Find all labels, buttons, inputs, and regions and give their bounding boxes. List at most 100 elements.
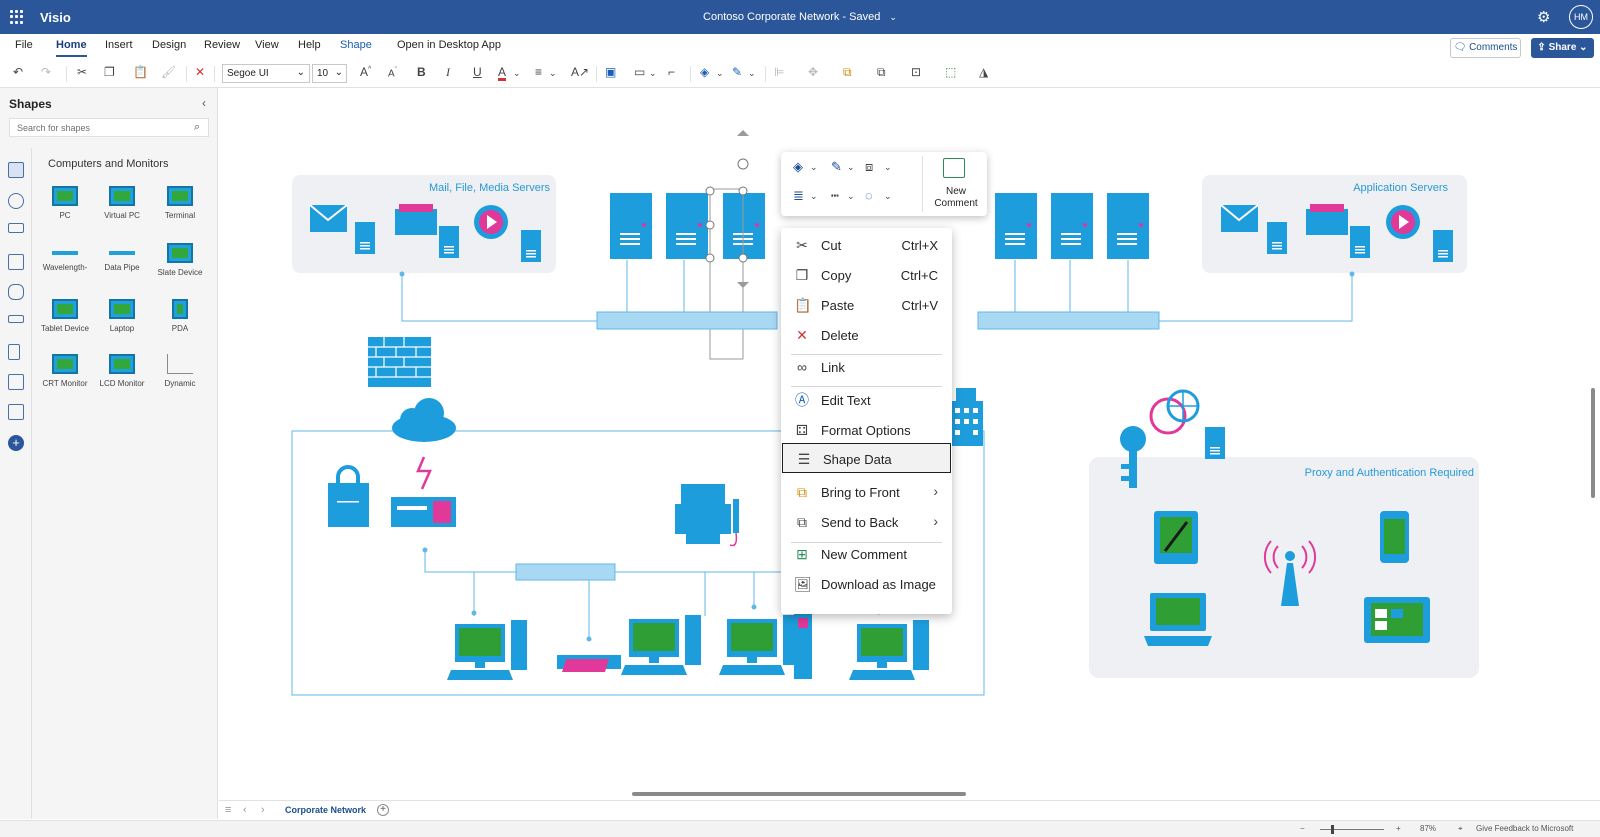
stencil-virtual-pc[interactable]: Virtual PC	[93, 186, 151, 220]
redo-icon[interactable]: ↷	[41, 65, 51, 79]
text-style-icon[interactable]: A↗	[571, 65, 589, 79]
add-page-icon[interactable]: +	[377, 804, 389, 816]
menu-item-edit-text[interactable]: Ⓐ Edit Text	[781, 385, 952, 415]
horizontal-scrollbar[interactable]	[632, 792, 966, 796]
slate-device-icon[interactable]	[1364, 597, 1430, 643]
text-box-icon[interactable]: ▣	[605, 65, 616, 79]
group-icon[interactable]: ⊡	[911, 65, 921, 79]
italic-icon[interactable]: I	[446, 65, 450, 80]
chevron-down-icon[interactable]: ⌄	[649, 68, 657, 79]
delete-icon[interactable]: ✕	[195, 65, 205, 79]
move-arrow-icon[interactable]	[737, 130, 749, 136]
feedback-link[interactable]: Give Feedback to Microsoft	[1476, 824, 1573, 833]
rack-category-icon[interactable]	[8, 315, 24, 323]
position-icon[interactable]: ✥	[808, 65, 818, 79]
menu-item-bring-to-front[interactable]: ⧉ Bring to Front ›	[781, 477, 952, 507]
tab-shape[interactable]: Shape	[340, 39, 372, 51]
servers-category-icon[interactable]	[8, 254, 24, 270]
scroll-thumb[interactable]	[1591, 388, 1595, 498]
stencil-crt-monitor[interactable]: CRT Monitor	[36, 354, 94, 388]
stencil-pda[interactable]: PDA	[151, 299, 209, 333]
cloud-icon[interactable]	[392, 398, 456, 442]
menu-item-send-to-back[interactable]: ⧉ Send to Back ›	[781, 507, 952, 537]
previous-page-icon[interactable]: ‹	[243, 804, 247, 816]
pc-icon[interactable]	[849, 620, 929, 680]
document-title[interactable]: Contoso Corporate Network - Saved ⌄	[0, 11, 1600, 23]
menu-item-download-image[interactable]: 🖼 Download as Image	[781, 569, 952, 599]
line-weight-icon[interactable]: ≣	[793, 188, 804, 204]
collapse-pane-icon[interactable]: ‹	[202, 96, 206, 110]
router-icon[interactable]	[391, 497, 456, 527]
devices-category-icon[interactable]	[8, 223, 24, 233]
move-arrow-icon[interactable]	[737, 282, 749, 288]
mobile-category-icon[interactable]	[8, 344, 20, 360]
styles-icon[interactable]: ◮	[979, 65, 988, 79]
fax-icon[interactable]	[675, 484, 739, 547]
bold-icon[interactable]: B	[417, 65, 426, 79]
stencil-tablet-device[interactable]: Tablet Device	[36, 299, 94, 333]
firewall-icon[interactable]	[368, 337, 431, 387]
chevron-down-icon[interactable]: ⌄	[810, 162, 818, 173]
page-tab-corporate-network[interactable]: Corporate Network	[285, 805, 366, 815]
undo-icon[interactable]: ↶	[13, 65, 23, 79]
gear-icon[interactable]: ⚙	[1537, 8, 1550, 26]
zoom-in-button[interactable]: +	[1396, 824, 1401, 833]
shapes-category-icon[interactable]	[8, 374, 24, 390]
bring-forward-icon[interactable]: ⧉	[843, 65, 852, 80]
line-color-icon[interactable]: ✎	[732, 65, 742, 79]
chevron-down-icon[interactable]: ⌄	[847, 162, 855, 173]
open-desktop-app-button[interactable]: Open in Desktop App	[397, 39, 501, 51]
smartphone-icon[interactable]	[1380, 511, 1409, 563]
zoom-level[interactable]: 87%	[1420, 824, 1436, 833]
chevron-down-icon[interactable]: ⌄	[513, 68, 521, 79]
page-list-icon[interactable]: ≡	[225, 804, 231, 816]
chevron-down-icon[interactable]: ⌄	[549, 68, 557, 79]
tab-view[interactable]: View	[255, 39, 279, 51]
chevron-down-icon[interactable]: ⌄	[884, 191, 892, 202]
font-name-select[interactable]: Segoe UI ⌄	[222, 64, 310, 83]
menu-item-delete[interactable]: ✕ Delete	[781, 320, 952, 350]
server-icon[interactable]	[610, 193, 652, 259]
network-category-icon[interactable]	[8, 193, 24, 209]
server-icon[interactable]	[1051, 193, 1093, 259]
change-shape-icon[interactable]: ◌	[865, 188, 873, 203]
stencil-pc[interactable]: PC	[36, 186, 94, 220]
font-size-select[interactable]: 10 ⌄	[312, 64, 347, 83]
chevron-down-icon[interactable]: ⌄	[889, 12, 897, 22]
paste-icon[interactable]: 📋	[133, 65, 148, 79]
proxy-group[interactable]	[1089, 457, 1479, 678]
fill-color-icon[interactable]: ◈	[793, 159, 803, 175]
line-color-icon[interactable]: ✎	[831, 159, 842, 175]
tab-file[interactable]: File	[15, 39, 33, 51]
menu-item-new-comment[interactable]: ⊞ New Comment	[781, 539, 952, 569]
rectangle-shape-icon[interactable]: ▭	[634, 65, 645, 79]
new-comment-icon[interactable]	[943, 158, 965, 178]
zoom-out-button[interactable]: −	[1300, 824, 1305, 833]
server-icon[interactable]	[995, 193, 1037, 259]
building-icon[interactable]	[949, 388, 983, 446]
vertical-scrollbar[interactable]	[1587, 88, 1600, 789]
tab-design[interactable]: Design	[152, 39, 186, 51]
tab-help[interactable]: Help	[298, 39, 321, 51]
stencil-dynamic-connector[interactable]: Dynamic	[151, 354, 209, 388]
connector-icon[interactable]: ⌐	[668, 65, 675, 79]
menu-item-paste[interactable]: 📋 Paste Ctrl+V	[781, 290, 952, 320]
change-shape-icon[interactable]: ⬚	[945, 65, 956, 79]
tab-review[interactable]: Review	[204, 39, 240, 51]
search-icon[interactable]: ⌕	[194, 121, 200, 134]
underline-icon[interactable]: U	[473, 65, 482, 79]
copy-icon[interactable]: ❐	[104, 65, 115, 79]
zoom-slider-knob[interactable]	[1331, 825, 1334, 834]
stencil-laptop[interactable]: Laptop	[93, 299, 151, 333]
dash-style-icon[interactable]: ┅	[831, 188, 839, 204]
fill-color-icon[interactable]: ◈	[700, 65, 709, 79]
menu-item-copy[interactable]: ❐ Copy Ctrl+C	[781, 260, 952, 290]
tab-home[interactable]: Home	[56, 39, 87, 57]
server-icon[interactable]	[666, 193, 708, 259]
more-category-icon[interactable]	[8, 404, 24, 420]
align-text-icon[interactable]: ≡	[535, 65, 542, 79]
tab-insert[interactable]: Insert	[105, 39, 133, 51]
fit-page-icon[interactable]: ⌖	[1458, 824, 1463, 834]
stencil-wavelength[interactable]: Wavelength-	[36, 243, 94, 272]
zoom-slider[interactable]	[1320, 829, 1384, 830]
